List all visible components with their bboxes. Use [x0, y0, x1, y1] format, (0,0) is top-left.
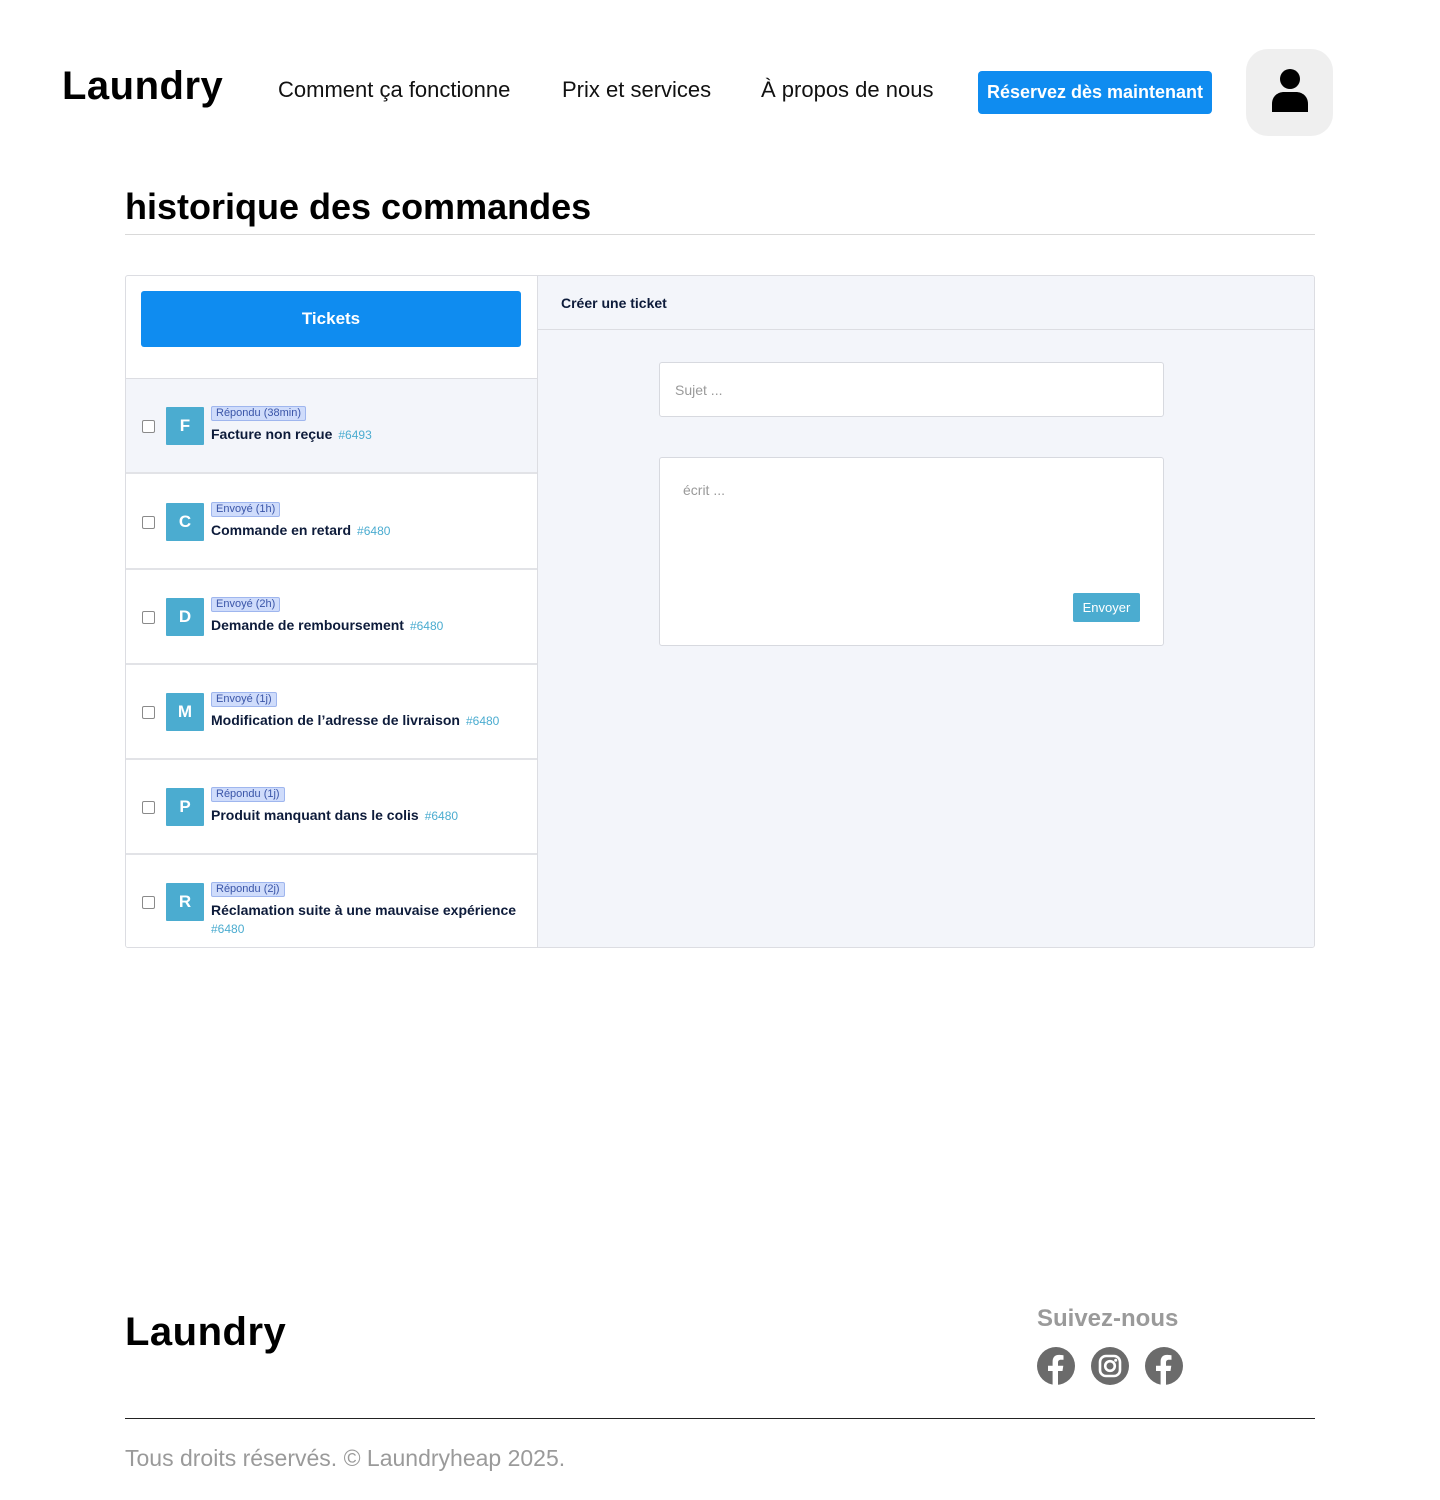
status-badge: Répondu (1j)	[211, 787, 285, 802]
ticket-title: Produit manquant dans le colis	[211, 807, 419, 823]
footer-divider	[125, 1418, 1315, 1419]
nav-about-us[interactable]: À propos de nous	[761, 77, 933, 103]
ticket-item[interactable]: C Envoyé (1h) Commande en retard #6480	[126, 475, 537, 570]
send-button[interactable]: Envoyer	[1073, 593, 1140, 622]
nav-prices-services[interactable]: Prix et services	[562, 77, 711, 103]
ticket-title: Demande de remboursement	[211, 617, 404, 633]
book-now-button[interactable]: Réservez dès maintenant	[978, 71, 1212, 114]
ticket-number: #6480	[424, 809, 459, 823]
instagram-icon[interactable]	[1091, 1347, 1129, 1385]
ticket-title: Facture non reçue	[211, 426, 333, 442]
ticket-number: #6480	[465, 714, 500, 728]
create-ticket-header: Créer une ticket	[538, 276, 1314, 330]
page-title: historique des commandes	[125, 186, 592, 227]
ticket-number: #6480	[409, 619, 444, 633]
ticket-title: Modification de l’adresse de livraison	[211, 712, 460, 728]
support-panel: Tickets F Répondu (38min) Facture non re…	[125, 275, 1315, 948]
status-badge: Envoyé (1j)	[211, 692, 277, 707]
ticket-avatar: R	[166, 883, 204, 921]
ticket-avatar: C	[166, 503, 204, 541]
copyright-text: Tous droits réservés. © Laundryheap 2025…	[125, 1445, 566, 1471]
facebook-icon[interactable]	[1037, 1347, 1075, 1385]
status-badge: Répondu (2j)	[211, 882, 285, 897]
ticket-item[interactable]: D Envoyé (2h) Demande de remboursement #6…	[126, 570, 537, 665]
ticket-checkbox[interactable]	[142, 516, 155, 529]
tickets-sidebar: Tickets F Répondu (38min) Facture non re…	[126, 276, 538, 947]
ticket-avatar: P	[166, 788, 204, 826]
tickets-button[interactable]: Tickets	[141, 291, 521, 347]
ticket-item[interactable]: M Envoyé (1j) Modification de l’adresse …	[126, 665, 537, 760]
ticket-item[interactable]: R Répondu (2j) Réclamation suite à une m…	[126, 855, 537, 947]
nav-how-it-works[interactable]: Comment ça fonctionne	[278, 77, 510, 103]
facebook-icon[interactable]	[1145, 1347, 1183, 1385]
ticket-avatar: F	[166, 407, 204, 445]
create-ticket-pane: Créer une ticket Envoyer	[538, 276, 1314, 947]
ticket-title: Réclamation suite à une mauvaise expérie…	[211, 902, 517, 918]
title-divider	[125, 234, 1315, 235]
ticket-item[interactable]: P Répondu (1j) Produit manquant dans le …	[126, 760, 537, 855]
message-box: Envoyer	[659, 457, 1164, 646]
site-header: Laundry Comment ça fonctionne Prix et se…	[0, 0, 1440, 150]
ticket-number: #6480	[211, 922, 245, 936]
ticket-checkbox[interactable]	[142, 611, 155, 624]
message-textarea[interactable]	[670, 472, 1150, 582]
status-badge: Répondu (38min)	[211, 406, 306, 421]
status-badge: Envoyé (2h)	[211, 597, 281, 612]
user-icon	[1270, 68, 1310, 117]
subject-input[interactable]	[659, 362, 1164, 417]
footer-brand[interactable]: Laundry	[125, 1310, 286, 1355]
ticket-avatar: M	[166, 693, 204, 731]
ticket-number: #6480	[357, 524, 391, 538]
brand-logo[interactable]: Laundry	[62, 64, 223, 109]
ticket-checkbox[interactable]	[142, 420, 155, 433]
ticket-avatar: D	[166, 598, 204, 636]
ticket-checkbox[interactable]	[142, 896, 155, 909]
account-button[interactable]	[1246, 49, 1333, 136]
status-badge: Envoyé (1h)	[211, 502, 281, 517]
ticket-number: #6493	[338, 428, 372, 442]
ticket-checkbox[interactable]	[142, 706, 155, 719]
follow-us-label: Suivez-nous	[1037, 1305, 1179, 1332]
create-ticket-title: Créer une ticket	[561, 295, 667, 311]
ticket-item[interactable]: F Répondu (38min) Facture non reçue #6493	[126, 379, 537, 474]
ticket-title: Commande en retard	[211, 522, 352, 538]
ticket-checkbox[interactable]	[142, 801, 155, 814]
